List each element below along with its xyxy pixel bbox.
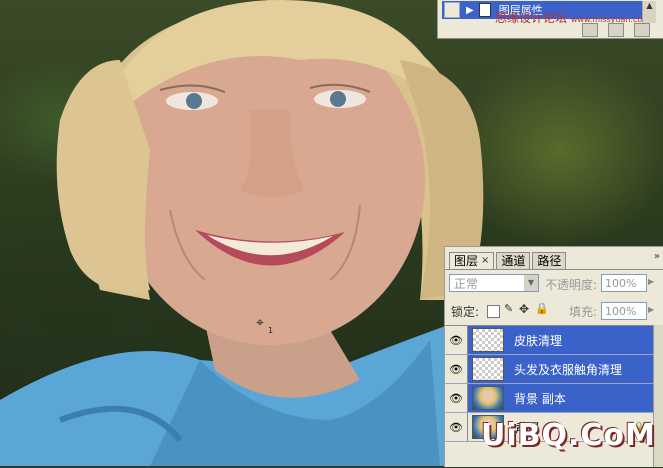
- document-icon: [478, 3, 491, 17]
- fill-arrow-icon[interactable]: ▶: [648, 305, 654, 314]
- scrollbar[interactable]: ▲: [642, 1, 656, 23]
- eye-icon[interactable]: 👁: [445, 355, 468, 383]
- close-icon[interactable]: ×: [481, 253, 489, 269]
- tab-label: 图层: [454, 254, 479, 268]
- layer-row[interactable]: 👁 皮肤清理: [445, 326, 653, 355]
- layer-thumbnail: [472, 386, 504, 410]
- panel-tabs: 图层 × 通道 路径: [449, 252, 568, 269]
- panel-menu-icon[interactable]: »: [654, 251, 660, 262]
- lock-pixels-brush-icon[interactable]: ✎: [504, 302, 515, 315]
- layer-thumbnail: [472, 328, 504, 352]
- expand-triangle-icon[interactable]: ▶: [466, 5, 474, 16]
- lock-transparency-icon[interactable]: [487, 305, 500, 318]
- blend-mode-value: 正常: [454, 277, 479, 291]
- new-set-button[interactable]: [582, 23, 598, 37]
- opacity-arrow-icon[interactable]: ▶: [648, 277, 654, 286]
- tab-layers[interactable]: 图层 ×: [449, 252, 495, 269]
- fill-label: 填充:: [569, 305, 598, 319]
- layer-thumbnail: [472, 357, 504, 381]
- watermark-text: 思缘设计论坛: [495, 11, 568, 25]
- layer-name: 头发及衣服触角清理: [514, 362, 623, 377]
- layer-row[interactable]: 👁 背景 副本: [445, 384, 653, 413]
- layer-name: 皮肤清理: [514, 333, 563, 348]
- site-watermark: UiBQ.CoM: [481, 418, 656, 453]
- visibility-box[interactable]: [444, 2, 460, 18]
- camera-icon[interactable]: [608, 23, 624, 37]
- eye-icon[interactable]: 👁: [445, 326, 468, 354]
- tab-label: 路径: [537, 254, 562, 268]
- eye-icon[interactable]: 👁: [445, 384, 468, 412]
- lock-position-move-icon[interactable]: ✥: [519, 302, 530, 316]
- tab-channels[interactable]: 通道: [496, 252, 531, 269]
- layer-style-panel: ▶ 图层属性 思缘设计论坛 www.missyuan.com ▲: [437, 0, 663, 39]
- tab-label: 通道: [501, 254, 526, 268]
- lock-label: 锁定:: [451, 305, 480, 319]
- lock-all-icon[interactable]: 🔒: [535, 302, 549, 315]
- eye-icon[interactable]: 👁: [445, 413, 468, 441]
- crosshair-cursor-icon: ⌖: [256, 315, 264, 331]
- layer-name: 背景 副本: [514, 391, 566, 406]
- cursor-label: 1: [268, 326, 274, 335]
- fill-field[interactable]: 100%: [601, 302, 647, 320]
- trash-icon[interactable]: [634, 23, 650, 37]
- blend-mode-select[interactable]: 正常 ▼: [449, 274, 539, 292]
- layer-row[interactable]: 👁 头发及衣服触角清理: [445, 355, 653, 384]
- tab-paths[interactable]: 路径: [532, 252, 567, 269]
- opacity-label: 不透明度:: [545, 278, 598, 292]
- opacity-field[interactable]: 100%: [601, 274, 647, 292]
- chevron-down-icon[interactable]: ▼: [524, 275, 538, 291]
